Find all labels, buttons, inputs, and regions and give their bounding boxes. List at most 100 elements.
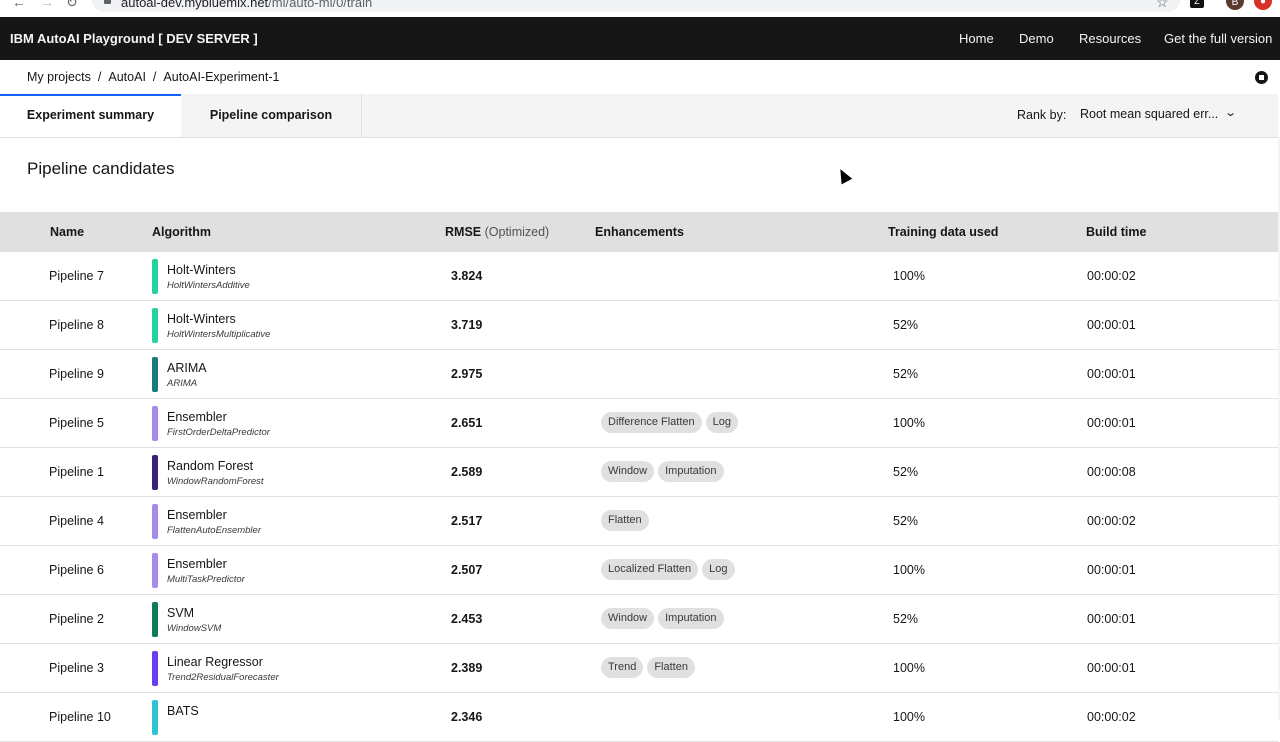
pipeline-name[interactable]: Pipeline 7: [49, 269, 104, 283]
enhancement-tag: Log: [705, 412, 738, 433]
table-row[interactable]: Pipeline 6 Ensembler MultiTaskPredictor 2.5…: [0, 546, 1278, 595]
app-title[interactable]: IBM AutoAI Playground [ DEV SERVER ]: [10, 31, 258, 46]
training-data-used: 100%: [893, 710, 925, 724]
extension-icon[interactable]: Z: [1190, 0, 1204, 8]
profile-avatar[interactable]: B: [1226, 0, 1244, 10]
build-time: 00:00:01: [1087, 416, 1136, 430]
forward-icon[interactable]: →: [40, 0, 54, 10]
rmse-value: 2.589: [451, 465, 483, 479]
pipeline-name[interactable]: Pipeline 4: [49, 514, 104, 528]
algorithm-name: SVM: [167, 606, 195, 620]
rmse-value: 2.517: [451, 514, 483, 528]
enhancement-tag: Flatten: [647, 657, 695, 678]
pipeline-name[interactable]: Pipeline 2: [49, 612, 104, 626]
algorithm-estimator: ARIMA: [167, 378, 198, 389]
rmse-value: 2.651: [451, 416, 483, 430]
breadcrumb: My projects / AutoAI / AutoAI-Experiment-1: [27, 70, 279, 84]
training-data-used: 52%: [893, 514, 919, 528]
training-data-used: 100%: [893, 269, 925, 283]
build-time: 00:00:01: [1087, 318, 1136, 332]
table-row[interactable]: Pipeline 1 Random Forest WindowRandomFores…: [0, 448, 1278, 497]
col-algorithm[interactable]: Algorithm: [152, 225, 211, 239]
algorithm-name: Random Forest: [167, 459, 254, 473]
nav-resources[interactable]: Resources: [1079, 31, 1141, 46]
algorithm-color-bar: [152, 308, 158, 343]
mouse-cursor-icon: [835, 166, 853, 185]
extension-record-icon[interactable]: ●: [1254, 0, 1272, 10]
breadcrumb-autoai[interactable]: AutoAI: [108, 70, 146, 84]
table-row[interactable]: Pipeline 7 Holt-Winters HoltWintersAdditiv…: [0, 252, 1278, 301]
reload-icon[interactable]: ↻: [66, 0, 78, 11]
breadcrumb-experiment: AutoAI-Experiment-1: [163, 70, 280, 84]
algorithm-color-bar: [152, 357, 158, 392]
algorithm-estimator: WindowRandomForest: [167, 476, 264, 487]
pipeline-name[interactable]: Pipeline 5: [49, 416, 104, 430]
col-enhancements[interactable]: Enhancements: [595, 225, 684, 239]
tab-pipeline-comparison[interactable]: Pipeline comparison: [181, 94, 362, 137]
algorithm-color-bar: [152, 553, 158, 588]
algorithm-estimator: Trend2ResidualForecaster: [167, 672, 279, 683]
algorithm-color-bar: [152, 406, 158, 441]
nav-home[interactable]: Home: [959, 31, 994, 46]
pipeline-name[interactable]: Pipeline 8: [49, 318, 104, 332]
algorithm-name: Ensembler: [167, 557, 227, 571]
pipeline-name[interactable]: Pipeline 9: [49, 367, 104, 381]
tab-experiment-summary[interactable]: Experiment summary: [0, 94, 181, 137]
back-icon[interactable]: ←: [12, 0, 26, 10]
table-row[interactable]: Pipeline 10 BATS 2.346 100% 00:00:02: [0, 693, 1278, 742]
table-row[interactable]: Pipeline 2 SVM WindowSVM 2.453 Window Imputat…: [0, 595, 1278, 644]
breadcrumb-my-projects[interactable]: My projects: [27, 70, 91, 84]
training-data-used: 100%: [893, 661, 925, 675]
enhancement-tags: Window Imputation: [601, 608, 728, 629]
stop-icon[interactable]: [1255, 71, 1268, 84]
enhancement-tags: Trend Flatten: [601, 657, 699, 678]
table-row[interactable]: Pipeline 4 Ensembler FlattenAutoEnsembler 2…: [0, 497, 1278, 546]
app-header: IBM AutoAI Playground [ DEV SERVER ] Hom…: [0, 17, 1280, 60]
table-row[interactable]: Pipeline 5 Ensembler FirstOrderDeltaPredic…: [0, 399, 1278, 448]
training-data-used: 52%: [893, 367, 919, 381]
bookmark-star-icon[interactable]: ☆: [1156, 0, 1169, 11]
col-training-data[interactable]: Training data used: [888, 225, 998, 239]
rmse-value: 2.453: [451, 612, 483, 626]
lock-icon: [104, 0, 111, 4]
table-row[interactable]: Pipeline 9 ARIMA ARIMA 2.975 52% 00:00:01: [0, 350, 1278, 399]
pipeline-name[interactable]: Pipeline 10: [49, 710, 111, 724]
rmse-value: 3.719: [451, 318, 483, 332]
build-time: 00:00:01: [1087, 661, 1136, 675]
chevron-down-icon: ⌄: [1224, 107, 1238, 119]
table-header: Name Algorithm RMSE (Optimized) Enhancem…: [0, 212, 1278, 252]
rmse-value: 2.507: [451, 563, 483, 577]
enhancement-tag: Imputation: [658, 461, 724, 482]
url-text[interactable]: autoai-dev.mybluemix.net/ml/auto-ml/0/tr…: [121, 0, 372, 10]
table-row[interactable]: Pipeline 3 Linear Regressor Trend2Residual…: [0, 644, 1278, 693]
tab-bar: Experiment summary Pipeline comparison R…: [0, 94, 1278, 138]
col-rmse[interactable]: RMSE (Optimized): [445, 225, 549, 239]
algorithm-name: ARIMA: [167, 361, 207, 375]
rank-by-label: Rank by:: [1017, 108, 1067, 122]
pipeline-name[interactable]: Pipeline 6: [49, 563, 104, 577]
rmse-value: 2.346: [451, 710, 483, 724]
build-time: 00:00:02: [1087, 269, 1136, 283]
training-data-used: 52%: [893, 612, 919, 626]
rank-by-dropdown[interactable]: Root mean squared err... ⌄: [1080, 107, 1237, 121]
algorithm-name: Holt-Winters: [167, 263, 236, 277]
training-data-used: 52%: [893, 465, 919, 479]
algorithm-color-bar: [152, 602, 158, 637]
algorithm-color-bar: [152, 259, 158, 294]
table-row[interactable]: Pipeline 8 Holt-Winters HoltWintersMultipl…: [0, 301, 1278, 350]
rank-by-value: Root mean squared err...: [1080, 107, 1219, 121]
pipeline-table-body: Pipeline 7 Holt-Winters HoltWintersAdditiv…: [0, 252, 1278, 742]
enhancement-tags: Localized Flatten Log: [601, 559, 739, 580]
enhancement-tag: Window: [601, 608, 655, 629]
nav-demo[interactable]: Demo: [1019, 31, 1054, 46]
rmse-value: 2.389: [451, 661, 483, 675]
build-time: 00:00:01: [1087, 367, 1136, 381]
build-time: 00:00:02: [1087, 514, 1136, 528]
algorithm-estimator: HoltWintersAdditive: [167, 280, 250, 291]
enhancement-tags: Difference Flatten Log: [601, 412, 742, 433]
pipeline-name[interactable]: Pipeline 3: [49, 661, 104, 675]
nav-full-version[interactable]: Get the full version: [1164, 31, 1272, 46]
col-build-time[interactable]: Build time: [1086, 225, 1146, 239]
col-name[interactable]: Name: [50, 225, 84, 239]
pipeline-name[interactable]: Pipeline 1: [49, 465, 104, 479]
